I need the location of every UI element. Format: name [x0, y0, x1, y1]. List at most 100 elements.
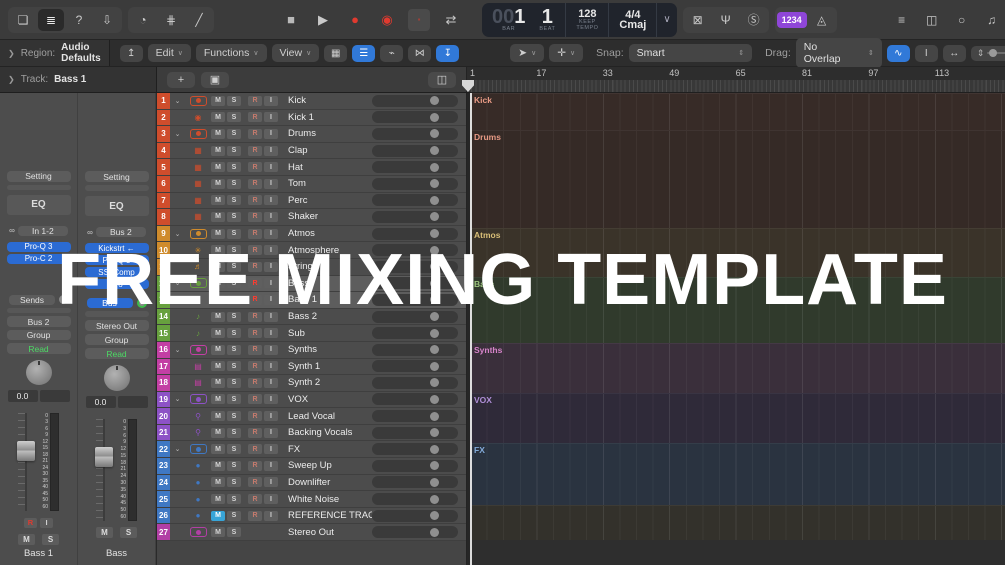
track-name[interactable]: Tom [280, 178, 372, 189]
edit-menu[interactable]: Edit∨ [148, 44, 191, 62]
track-volume-slider[interactable] [372, 327, 458, 339]
mute-button[interactable]: M [211, 179, 225, 189]
chevron-down-icon[interactable]: ⌄ [170, 130, 185, 138]
grid-icon[interactable]: ▦ [324, 45, 347, 62]
solo-button[interactable]: S [227, 212, 241, 222]
solo-button[interactable]: S [227, 511, 241, 521]
solo-button[interactable]: S [227, 378, 241, 388]
solo-button[interactable]: S [227, 411, 241, 421]
metronome-icon[interactable]: ◬ [809, 9, 835, 31]
chevron-down-icon[interactable]: ⌄ [170, 445, 185, 453]
chevron-down-icon[interactable]: ⌄ [170, 395, 185, 403]
solo-button[interactable]: S [227, 229, 241, 239]
track-row[interactable]: 23●MSRISweep Up [157, 458, 466, 475]
track-row[interactable]: 18▤MSRISynth 2 [157, 375, 466, 392]
mute-button[interactable]: M [211, 345, 225, 355]
track-volume-slider[interactable] [372, 410, 458, 422]
group-slot[interactable]: Group [7, 330, 71, 341]
gain-slot[interactable] [85, 185, 149, 191]
track-row[interactable]: 7▦MSRIPerc [157, 193, 466, 210]
track-name[interactable]: Synth 1 [280, 361, 372, 372]
pan-knob[interactable] [104, 365, 130, 391]
track-row[interactable]: 21⚲MSRIBacking Vocals [157, 425, 466, 442]
arrange-area[interactable]: FXVOXSynthsBassAtmosDrumsKick [470, 93, 1005, 565]
catch-playhead-icon[interactable]: ↧ [436, 45, 459, 62]
track-header-config-button[interactable]: ◫ [428, 72, 456, 88]
vertical-zoom-slider[interactable]: ⇕ [971, 46, 1005, 61]
volume-knob[interactable] [430, 445, 439, 454]
track-row[interactable]: 5▦MSRIHat [157, 159, 466, 176]
duplicate-track-button[interactable]: ▣ [201, 72, 229, 88]
mute-button[interactable]: M [211, 428, 225, 438]
record-enable-button[interactable]: R [248, 361, 262, 371]
mute-button[interactable]: M [211, 527, 225, 537]
volume-knob[interactable] [430, 96, 439, 105]
track-name[interactable]: Clap [280, 145, 372, 156]
solo-button[interactable]: S [227, 361, 241, 371]
track-volume-slider[interactable] [372, 128, 458, 140]
volume-knob[interactable] [430, 229, 439, 238]
volume-knob[interactable] [430, 511, 439, 520]
gain-slot[interactable] [7, 185, 71, 191]
record-enable-button[interactable]: R [248, 511, 262, 521]
track-row[interactable]: 4▦MSRIClap [157, 143, 466, 160]
track-row[interactable]: 27MSStereo Out [157, 524, 466, 541]
input-slot[interactable]: ∞In 1-2 [9, 226, 68, 236]
solo-button[interactable]: S [227, 494, 241, 504]
input-monitor-button[interactable]: I [264, 511, 278, 521]
mute-button[interactable]: M [96, 527, 113, 538]
input-monitor-button[interactable]: I [264, 112, 278, 122]
track-name[interactable]: Backing Vocals [280, 427, 372, 438]
setting-button[interactable]: Setting [7, 171, 71, 182]
track-name[interactable]: Drums [280, 128, 372, 139]
mute-button[interactable]: M [211, 494, 225, 504]
functions-menu[interactable]: Functions∨ [196, 44, 267, 62]
input-monitor-button[interactable]: I [264, 195, 278, 205]
media-browser-icon[interactable]: ❏ [10, 9, 36, 31]
track-row[interactable]: 19⌄MSRIVOX [157, 392, 466, 409]
track-name[interactable]: Shaker [280, 211, 372, 222]
playhead-line[interactable] [470, 93, 472, 565]
track-name[interactable]: REFERENCE TRACK [280, 510, 372, 521]
input-monitor-button[interactable]: I [264, 146, 278, 156]
volume-knob[interactable] [430, 412, 439, 421]
region-band[interactable]: VOX [470, 393, 1005, 443]
autopunch-icon[interactable]: ⊠ [685, 9, 711, 31]
chevron-down-icon[interactable]: ⌄ [170, 97, 185, 105]
mute-button[interactable]: M [211, 378, 225, 388]
solo-button[interactable]: S [42, 534, 59, 545]
track-row[interactable]: 15♪MSRISub [157, 325, 466, 342]
volume-knob[interactable] [430, 212, 439, 221]
volume-knob[interactable] [430, 179, 439, 188]
input-monitor-button[interactable]: I [264, 179, 278, 189]
track-volume-slider[interactable] [372, 344, 458, 356]
volume-knob[interactable] [430, 378, 439, 387]
track-name[interactable]: Synth 2 [280, 377, 372, 388]
track-inspector-header[interactable]: ❯ Track: Bass 1 [0, 67, 157, 92]
track-row[interactable]: 3⌄MSRIDrums [157, 126, 466, 143]
record-enable-button[interactable]: R [248, 494, 262, 504]
note-pads-icon[interactable]: ◫ [919, 9, 945, 31]
automation-mode-slot[interactable]: Read [85, 348, 149, 359]
input-monitor-button[interactable]: I [264, 328, 278, 338]
solo-button[interactable]: S [227, 345, 241, 355]
track-row[interactable]: 2◉MSRIKick 1 [157, 110, 466, 127]
solo-button[interactable]: S [227, 112, 241, 122]
volume-knob[interactable] [430, 395, 439, 404]
region-band[interactable]: Synths [470, 343, 1005, 393]
solo-button[interactable]: S [227, 477, 241, 487]
mute-button[interactable]: M [18, 534, 35, 545]
track-volume-slider[interactable] [372, 95, 458, 107]
drag-select[interactable]: No Overlap⇕ [796, 38, 882, 68]
input-slot[interactable]: ∞Bus 2 [87, 227, 146, 237]
record-enable-button[interactable]: R [248, 112, 262, 122]
region-band[interactable]: Kick [470, 93, 1005, 130]
track-row[interactable]: 22⌄MSRIFX [157, 441, 466, 458]
input-monitor-button[interactable]: I [264, 345, 278, 355]
track-name[interactable]: FX [280, 444, 372, 455]
input-monitor-button[interactable]: I [264, 212, 278, 222]
track-volume-slider[interactable] [372, 393, 458, 405]
solo-button[interactable]: S [227, 195, 241, 205]
track-name[interactable]: Stereo Out [280, 527, 372, 538]
lcd-display[interactable]: 001 BAR 1 BEAT 128 KEEP TEMPO 4/4 Cmaj ∨ [482, 3, 677, 37]
